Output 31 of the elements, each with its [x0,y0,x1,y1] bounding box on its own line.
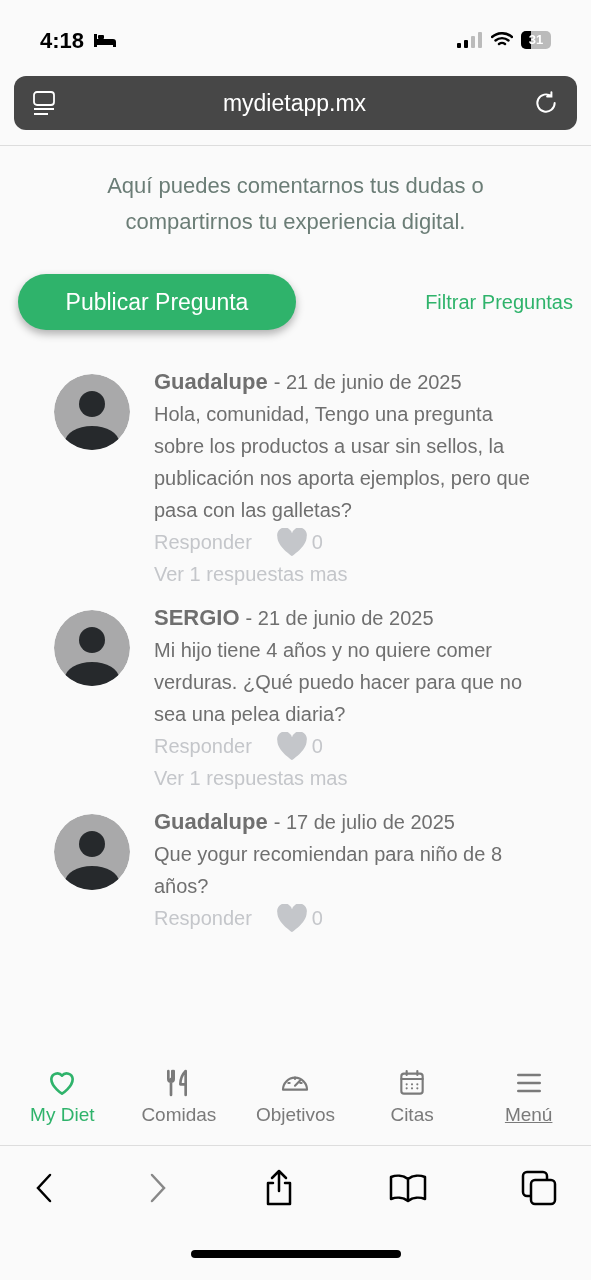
author-name: Guadalupe [154,808,268,836]
post-text: Hola, comunidad, Tengo una pregunta sobre los productos a usar sin sellos, la publicación nos aporta ejemplos, pero que pasa con las galletas? [154,402,531,523]
bookmarks-icon[interactable] [388,1173,427,1203]
post-date: - 21 de junio de 2025 [245,606,434,631]
back-icon[interactable] [34,1172,54,1204]
bed-icon [92,32,119,48]
author-name: SERGIO [154,604,240,632]
filter-questions-link[interactable]: Filtrar Preguntas [425,287,573,317]
wifi-icon [491,32,513,48]
post-date: - 17 de julio de 2025 [273,810,455,835]
avatar-icon [54,814,130,890]
signal-icon [457,32,483,48]
nav-tab[interactable]: Menú [473,1066,584,1129]
publish-question-button[interactable]: Publicar Pregunta [18,274,296,330]
clock-time: 4:18 [40,26,85,55]
avatar-icon [54,374,130,450]
tabs-icon[interactable] [32,90,56,116]
nav-tab[interactable]: Citas [357,1066,468,1129]
post-date: - 21 de junio de 2025 [273,370,462,395]
nav-tab[interactable]: My Diet [7,1066,118,1129]
tabs-icon[interactable] [521,1170,557,1206]
intro-text: Aquí puedes comentarnos tus dudas o compartirnos tu experiencia digital. [106,172,485,236]
post-text: Mi hijo tiene 4 años y no quiere comer verduras. ¿Qué puedo hacer para que no sea una pelea diaria? [154,638,524,727]
nav-tab[interactable]: Comidas [123,1066,234,1129]
nav-tab[interactable]: Objetivos [240,1066,351,1129]
address-bar[interactable]: mydietapp.mx [14,76,577,130]
reload-icon[interactable] [533,90,559,116]
avatar-icon [54,610,130,686]
url-text: mydietapp.mx [222,88,367,118]
post-text: Que yogur recomiendan para niño de 8 años? [154,842,503,899]
author-name: Guadalupe [154,368,268,396]
